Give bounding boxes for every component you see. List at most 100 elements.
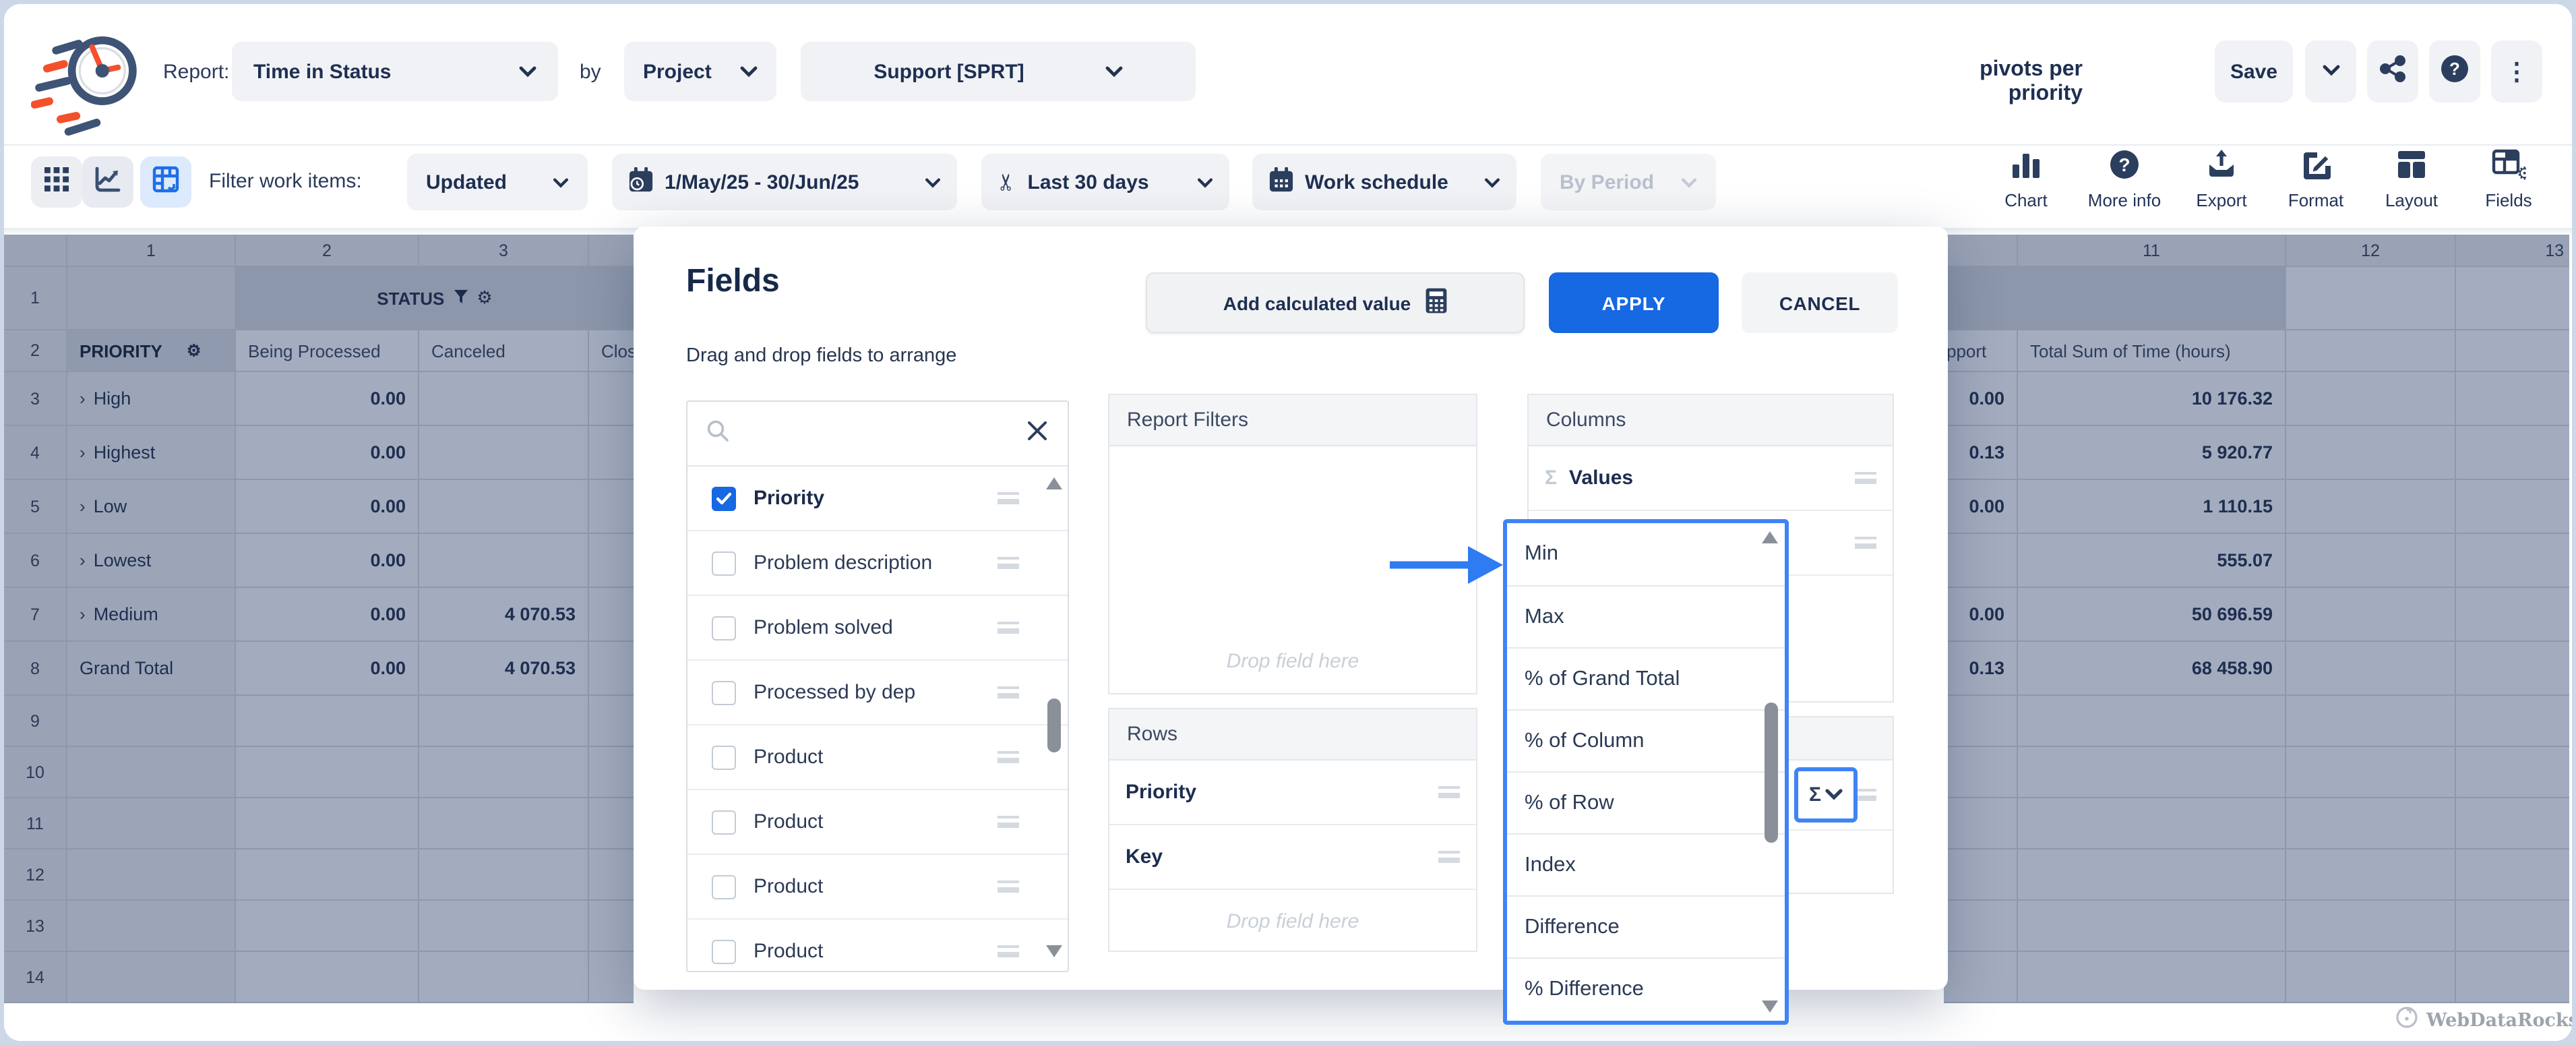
checkbox-checked-icon[interactable] xyxy=(712,486,736,510)
column-header[interactable]: Total Sum of Time (hours) xyxy=(2018,330,2286,372)
action-layout[interactable]: Layout xyxy=(2363,148,2460,210)
scroll-down-arrow[interactable] xyxy=(1762,1001,1778,1013)
drop-zone[interactable]: Drop field here xyxy=(1109,890,1476,952)
drag-handle-icon[interactable] xyxy=(998,492,1019,504)
trim-period-button[interactable]: ✂ Last 30 days xyxy=(981,154,1229,210)
scroll-up-arrow[interactable] xyxy=(1046,477,1062,489)
work-schedule-button[interactable]: Work schedule xyxy=(1252,154,1516,210)
rows-item-priority[interactable]: Priority xyxy=(1109,760,1476,825)
add-calculated-value-button[interactable]: Add calculated value xyxy=(1146,272,1525,333)
row-label-cell[interactable]: ›High xyxy=(67,372,236,426)
drag-handle-icon[interactable] xyxy=(1855,472,1876,484)
rows-item-key[interactable]: Key xyxy=(1109,825,1476,890)
field-item[interactable]: Product xyxy=(687,920,1068,972)
gear-icon[interactable]: ⚙ xyxy=(187,341,202,360)
save-options-button[interactable] xyxy=(2305,40,2356,102)
checkbox-icon[interactable] xyxy=(712,680,736,705)
aggregation-option[interactable]: Difference xyxy=(1507,895,1785,957)
value-cell[interactable] xyxy=(419,426,589,480)
row-label-cell[interactable]: Grand Total xyxy=(67,642,236,696)
expand-icon[interactable]: › xyxy=(80,604,86,624)
pivot-grid-left[interactable]: 1 2 3 1 STATUS ⚙ 2 PRIORITY ⚙ Being Proc… xyxy=(4,235,634,1003)
value-cell[interactable]: 555.07 xyxy=(2018,534,2286,588)
value-cell[interactable]: 0.00 xyxy=(1944,588,2018,642)
cancel-button[interactable]: CANCEL xyxy=(1742,272,1898,333)
value-cell[interactable]: 0.00 xyxy=(236,534,419,588)
expand-icon[interactable]: › xyxy=(80,550,86,570)
action-export[interactable]: Export xyxy=(2173,148,2270,210)
checkbox-icon[interactable] xyxy=(712,939,736,963)
drag-handle-icon[interactable] xyxy=(998,945,1019,957)
column-header[interactable]: Being Processed xyxy=(236,330,419,372)
expand-icon[interactable]: › xyxy=(80,442,86,462)
drag-handle-icon[interactable] xyxy=(1438,786,1460,798)
more-menu-button[interactable]: ⋮ xyxy=(2491,40,2542,102)
value-cell[interactable]: 0.00 xyxy=(1944,372,2018,426)
aggregation-option[interactable]: % of Column xyxy=(1507,709,1785,771)
row-label-cell[interactable]: ›Medium xyxy=(67,588,236,642)
value-cell[interactable]: 10 176.32 xyxy=(2018,372,2286,426)
value-cell[interactable]: 1 110.15 xyxy=(2018,480,2286,534)
field-item[interactable]: Priority xyxy=(687,467,1068,531)
project-select[interactable]: Support [SPRT] xyxy=(801,42,1196,101)
value-cell[interactable]: 0.00 xyxy=(236,588,419,642)
filter-field-select[interactable]: Updated xyxy=(407,154,588,210)
aggregation-option[interactable]: % of Row xyxy=(1507,771,1785,833)
filter-funnel-icon[interactable] xyxy=(452,288,468,308)
date-range-button[interactable]: 1/May/25 - 30/Jun/25 xyxy=(612,154,957,210)
pivot-grid-right[interactable]: 11 12 13 pport Total Sum of Time (hours)… xyxy=(1944,235,2569,1003)
scroll-down-arrow[interactable] xyxy=(1046,945,1062,957)
columns-item-values[interactable]: Σ Values xyxy=(1529,446,1893,511)
pivot-view-button[interactable] xyxy=(140,156,191,208)
column-header[interactable]: Canceled xyxy=(419,330,589,372)
field-item[interactable]: Product xyxy=(687,725,1068,790)
action-fields[interactable]: ⚙ Fields xyxy=(2460,148,2557,210)
drag-handle-icon[interactable] xyxy=(998,751,1019,763)
drag-handle-icon[interactable] xyxy=(998,686,1019,698)
drag-handle-icon[interactable] xyxy=(998,880,1019,893)
field-item[interactable]: Problem description xyxy=(687,531,1068,596)
checkbox-icon[interactable] xyxy=(712,616,736,640)
field-item[interactable]: Problem solved xyxy=(687,596,1068,661)
value-cell[interactable] xyxy=(419,372,589,426)
scroll-up-arrow[interactable] xyxy=(1762,531,1778,543)
row-label-cell[interactable]: ›Highest xyxy=(67,426,236,480)
drag-handle-icon[interactable] xyxy=(1855,537,1876,549)
aggregation-sigma-button[interactable]: Σ xyxy=(1794,767,1858,823)
checkbox-icon[interactable] xyxy=(712,745,736,769)
gear-icon[interactable]: ⚙ xyxy=(477,287,492,309)
share-button[interactable] xyxy=(2367,40,2418,102)
value-cell[interactable] xyxy=(419,534,589,588)
field-item[interactable]: Product xyxy=(687,790,1068,855)
aggregation-option[interactable]: % of Grand Total xyxy=(1507,647,1785,709)
row-label-cell[interactable]: ›Lowest xyxy=(67,534,236,588)
report-type-select[interactable]: Time in Status xyxy=(232,42,558,101)
column-header[interactable]: pport xyxy=(1944,330,2018,372)
value-cell[interactable]: 4 070.53 xyxy=(419,642,589,696)
action-format[interactable]: Format xyxy=(2267,148,2364,210)
expand-icon[interactable]: › xyxy=(80,496,86,516)
webdatarocks-brand[interactable]: WebDataRocks xyxy=(2395,1006,2572,1034)
grid-view-button[interactable] xyxy=(31,156,82,208)
value-cell[interactable]: 0.00 xyxy=(236,642,419,696)
chart-view-button[interactable] xyxy=(82,156,133,208)
checkbox-icon[interactable] xyxy=(712,551,736,575)
apply-button[interactable]: APPLY xyxy=(1549,272,1719,333)
save-button[interactable]: Save xyxy=(2215,40,2293,102)
value-cell[interactable]: 0.13 xyxy=(1944,426,2018,480)
field-item[interactable]: Processed by dep xyxy=(687,661,1068,725)
priority-header-cell[interactable]: PRIORITY ⚙ xyxy=(67,330,236,372)
column-header[interactable]: Clos xyxy=(589,330,634,372)
checkbox-icon[interactable] xyxy=(712,874,736,899)
value-cell[interactable]: 0.00 xyxy=(236,426,419,480)
drag-handle-icon[interactable] xyxy=(1438,851,1460,863)
checkbox-icon[interactable] xyxy=(712,810,736,834)
drag-handle-icon[interactable] xyxy=(998,557,1019,569)
help-button[interactable]: ? xyxy=(2429,40,2480,102)
aggregation-option[interactable]: Index xyxy=(1507,833,1785,895)
search-input[interactable] xyxy=(740,423,1026,444)
field-item[interactable]: Product xyxy=(687,855,1068,920)
aggregation-option[interactable]: % Difference xyxy=(1507,957,1785,1019)
value-cell[interactable] xyxy=(1944,534,2018,588)
close-icon[interactable] xyxy=(1026,419,1049,448)
